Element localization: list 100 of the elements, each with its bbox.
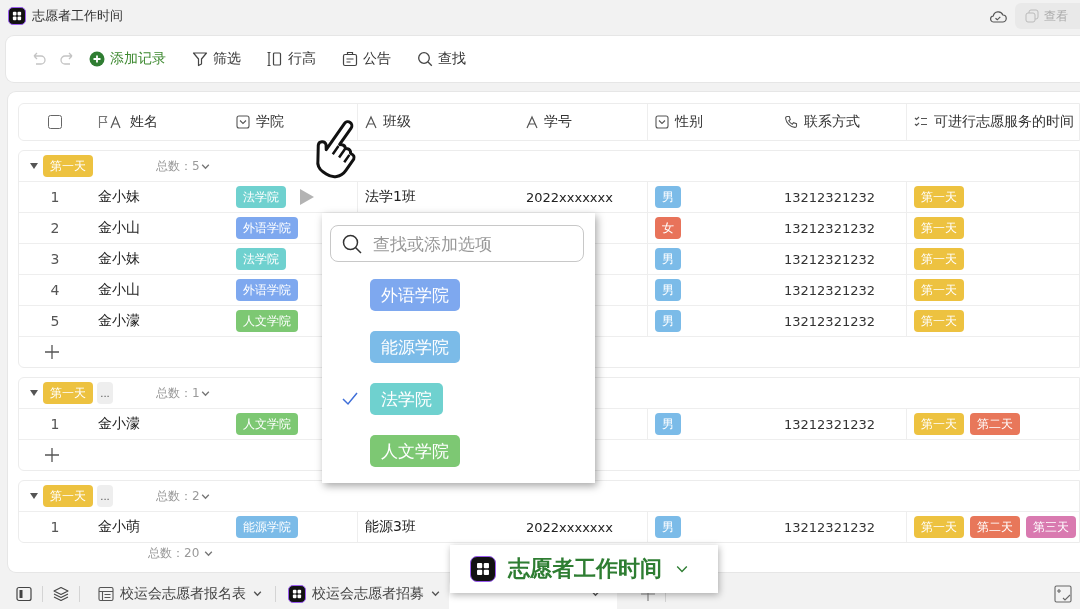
callout-title: 志愿者工作时间 bbox=[508, 555, 662, 583]
group-count: 总数：5 bbox=[156, 157, 200, 175]
dropdown-field-icon bbox=[236, 115, 250, 129]
search-icon bbox=[417, 51, 433, 67]
filter-button[interactable]: 筛选 bbox=[186, 46, 247, 72]
add-record-button[interactable]: 添加记录 bbox=[83, 46, 172, 72]
group-count: 总数：1 bbox=[156, 384, 200, 402]
column-header[interactable]: 姓名 bbox=[130, 113, 158, 131]
group-tag: 第一天 bbox=[43, 382, 93, 404]
search-button[interactable]: 查找 bbox=[411, 46, 472, 72]
more-button[interactable]: ... bbox=[97, 485, 113, 507]
sheet-tab[interactable]: 校运会志愿者报名表 bbox=[90, 578, 271, 609]
day-tag: 第二天 bbox=[970, 516, 1020, 538]
column-header[interactable]: 性别 bbox=[675, 113, 703, 131]
gender-tag: 男 bbox=[655, 279, 681, 301]
phone-icon bbox=[784, 115, 798, 129]
note-check-icon[interactable] bbox=[1054, 584, 1072, 603]
search-icon bbox=[342, 234, 362, 254]
table-cell: 金小妹 bbox=[98, 250, 140, 268]
notice-button[interactable]: 公告 bbox=[336, 46, 397, 72]
add-row-icon[interactable] bbox=[45, 345, 59, 359]
college-tag: 法学院 bbox=[236, 248, 286, 270]
day-tag: 第一天 bbox=[914, 186, 964, 208]
checkbox[interactable] bbox=[48, 115, 62, 129]
table-cell: 金小山 bbox=[98, 281, 140, 299]
college-tag: 人文学院 bbox=[236, 413, 298, 435]
total-count: 总数：20 bbox=[148, 545, 200, 562]
row-number: 4 bbox=[50, 282, 60, 298]
cloud-sync-icon[interactable] bbox=[989, 8, 1007, 24]
college-tag: 能源学院 bbox=[236, 516, 298, 538]
table-cell: 13212321232 bbox=[784, 220, 875, 236]
app-logo-icon bbox=[470, 556, 496, 582]
table-cell: 13212321232 bbox=[784, 251, 875, 267]
collapse-triangle-icon[interactable] bbox=[30, 493, 38, 499]
gender-tag: 男 bbox=[655, 248, 681, 270]
table-cell: 金小濛 bbox=[98, 312, 140, 330]
college-tag: 外语学院 bbox=[236, 217, 298, 239]
gender-tag: 男 bbox=[655, 516, 681, 538]
day-tag: 第一天 bbox=[914, 248, 964, 270]
table-cell: 2022xxxxxxx bbox=[526, 519, 613, 535]
table-cell: 金小濛 bbox=[98, 415, 140, 433]
gender-tag: 女 bbox=[655, 217, 681, 239]
day-tag: 第一天 bbox=[914, 217, 964, 239]
copy-icon bbox=[1025, 9, 1039, 23]
row-number: 2 bbox=[50, 220, 60, 236]
gender-tag: 男 bbox=[655, 310, 681, 332]
app-logo-icon bbox=[288, 584, 306, 603]
app-logo-icon bbox=[8, 7, 26, 25]
collapse-triangle-icon[interactable] bbox=[30, 163, 38, 169]
column-header[interactable]: 学院 bbox=[256, 113, 284, 131]
collapse-triangle-icon[interactable] bbox=[30, 390, 38, 396]
day-tag: 第一天 bbox=[914, 279, 964, 301]
window-title: 志愿者工作时间 bbox=[32, 7, 123, 25]
row-number: 3 bbox=[50, 251, 60, 267]
row-height-icon bbox=[267, 51, 283, 67]
table-cell: 13212321232 bbox=[784, 282, 875, 298]
text-type-icon bbox=[526, 115, 538, 129]
day-tag: 第二天 bbox=[970, 413, 1020, 435]
sidebar-toggle-icon[interactable] bbox=[16, 585, 32, 602]
table-cell: 金小妹 bbox=[98, 188, 140, 206]
table-cell: 金小山 bbox=[98, 219, 140, 237]
sheet-tab[interactable]: 校运会志愿者招募 bbox=[280, 578, 449, 609]
table-cell: 13212321232 bbox=[784, 189, 875, 205]
column-header[interactable]: 班级 bbox=[383, 113, 411, 131]
table-cell: 金小萌 bbox=[98, 518, 140, 536]
checklist-icon bbox=[914, 115, 928, 129]
search-field[interactable]: 查找或添加选项 bbox=[330, 225, 584, 262]
table-cell: 13212321232 bbox=[784, 519, 875, 535]
add-circle-icon bbox=[89, 51, 105, 67]
group-tag: 第一天 bbox=[43, 155, 93, 177]
table-cell: 13212321232 bbox=[784, 416, 875, 432]
table-cell: 2022xxxxxxx bbox=[526, 189, 613, 205]
row-height-button[interactable]: 行高 bbox=[261, 46, 322, 72]
more-button[interactable]: ... bbox=[97, 382, 113, 404]
column-header[interactable]: 联系方式 bbox=[804, 113, 860, 131]
day-tag: 第三天 bbox=[1026, 516, 1076, 538]
text-type-icon bbox=[365, 115, 377, 129]
row-number: 1 bbox=[50, 189, 60, 205]
table-cell: 法学1班 bbox=[365, 188, 416, 206]
college-tag: 外语学院 bbox=[236, 279, 298, 301]
row-number: 1 bbox=[50, 416, 60, 432]
gender-tag: 男 bbox=[655, 186, 681, 208]
table-cell: 13212321232 bbox=[784, 313, 875, 329]
table-icon bbox=[98, 585, 114, 602]
table-cell: 能源3班 bbox=[365, 518, 416, 536]
column-header[interactable]: 可进行志愿服务的时间 bbox=[934, 113, 1074, 131]
college-tag: 人文学院 bbox=[236, 310, 298, 332]
day-tag: 第一天 bbox=[914, 310, 964, 332]
filter-icon bbox=[192, 51, 208, 67]
layers-icon[interactable] bbox=[53, 585, 69, 602]
day-tag: 第一天 bbox=[914, 516, 964, 538]
add-row-icon[interactable] bbox=[45, 448, 59, 462]
clipboard-icon bbox=[342, 51, 358, 67]
column-header[interactable]: 学号 bbox=[544, 113, 572, 131]
group-count: 总数：2 bbox=[156, 487, 200, 505]
group-tag: 第一天 bbox=[43, 485, 93, 507]
day-tag: 第一天 bbox=[914, 413, 964, 435]
row-number: 5 bbox=[50, 313, 60, 329]
college-tag: 法学院 bbox=[236, 186, 286, 208]
gender-tag: 男 bbox=[655, 413, 681, 435]
